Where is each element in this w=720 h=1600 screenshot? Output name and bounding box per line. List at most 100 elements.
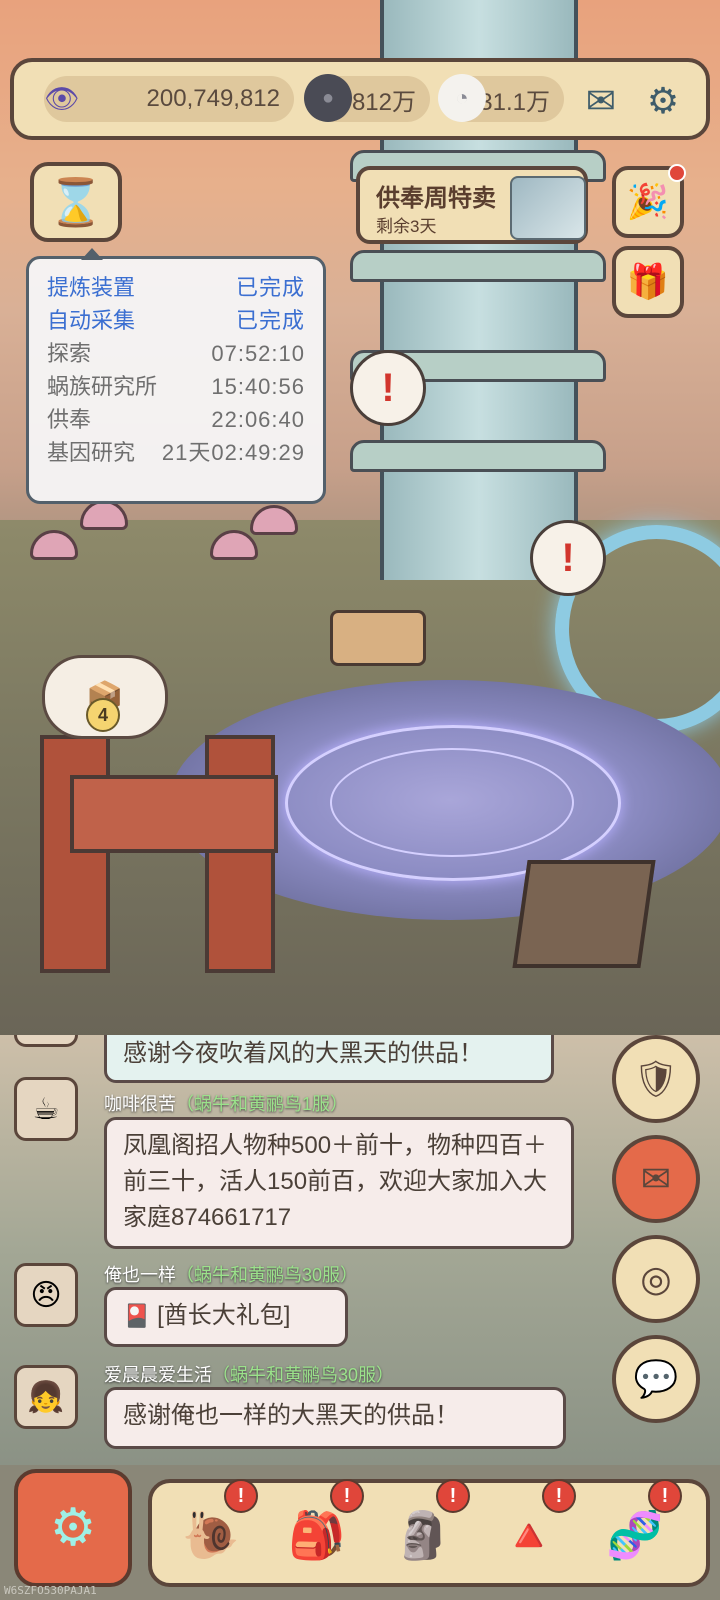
shadow-orb-icon: ●	[304, 74, 352, 122]
settings-button[interactable]: ⚙	[636, 74, 690, 128]
timer-name: 探索	[47, 341, 92, 366]
timer-row: 探索 07:52:10	[47, 337, 305, 370]
avatar[interactable]: 👧	[14, 1365, 78, 1429]
chat-panel[interactable]: 感谢今夜吹着风的大黑天的供品！ ☕ 咖啡很苦（蜗牛和黄鹂鸟1服） 凤凰阁招人物种…	[0, 1035, 720, 1465]
nav-alert: !	[542, 1479, 576, 1513]
tower-roof	[350, 250, 606, 282]
portal-alert-bubble[interactable]: !	[530, 520, 606, 596]
avatar[interactable]: ☕	[14, 1077, 78, 1141]
promo-image	[510, 176, 586, 240]
gate-lintel	[70, 775, 278, 853]
timer-row: 自动采集 已完成	[47, 304, 305, 337]
nav-item-statue[interactable]: 🗿!	[378, 1479, 470, 1577]
eye-icon: 👁	[44, 82, 80, 114]
gate-resource-count: 4	[86, 698, 120, 732]
ore-cart[interactable]	[512, 860, 656, 968]
mushroom-icon	[250, 505, 298, 535]
party-popper-button[interactable]: 🎉	[612, 164, 686, 238]
avatar[interactable]	[14, 1035, 78, 1047]
orbit-button[interactable]: ◎	[612, 1235, 700, 1323]
orb-resource-value: 812万	[351, 88, 416, 116]
nav-alert: !	[330, 1479, 364, 1513]
timer-name: 蜗族研究所	[47, 374, 158, 399]
warrior-avatar-icon: 😠	[30, 1278, 62, 1312]
chat-message-text: [酋长大礼包]	[157, 1302, 291, 1329]
chat-message-text: 凤凰阁招人物种500＋前十，物种四百＋前三十，活人150前百，欢迎大家加入大家庭…	[123, 1132, 548, 1231]
party-popper-icon: 🎉	[626, 183, 670, 221]
timer-value: 21天02:49:29	[161, 440, 305, 465]
mail-button[interactable]: ✉	[574, 74, 628, 128]
snail-icon: 🐌	[182, 1508, 240, 1561]
coffee-avatar-icon: ☕	[32, 1092, 60, 1126]
nav-alert: !	[648, 1479, 682, 1513]
timer-panel: 提炼装置 已完成 自动采集 已完成 探索 07:52:10 蜗族研究所 15:40:56…	[26, 248, 326, 504]
eye-resource[interactable]: 👁 200,749,812	[44, 76, 294, 122]
bottom-nav: ⚙ 🐌! 🎒! 🗿! 🔺! 🧬!	[0, 1465, 720, 1600]
timer-name: 提炼装置	[47, 275, 136, 300]
chat-username-text: 咖啡很苦	[104, 1094, 176, 1114]
weekly-sale-banner[interactable]: 供奉周特卖 剩余3天	[356, 166, 588, 244]
chat-button[interactable]: 💬	[612, 1335, 700, 1423]
gift-icon: 🎁	[626, 263, 670, 301]
nav-item-dna[interactable]: 🧬!	[590, 1479, 682, 1577]
chat-server-text: （蜗牛和黄鹂鸟1服）	[176, 1094, 349, 1114]
mail-icon: ✉	[585, 80, 617, 121]
resource-bar: 👁 200,749,812 ● 812万 ◔ 31.1万 ✉ ⚙	[10, 58, 710, 140]
gift-pack-icon: 🎴	[123, 1303, 151, 1328]
chat-username[interactable]: 俺也一样（蜗牛和黄鹂鸟30服）	[104, 1261, 358, 1287]
mushroom-icon	[80, 500, 128, 530]
gate-pillar	[205, 735, 275, 973]
chat-bubble-icon: 💬	[633, 1358, 679, 1399]
nav-alert: !	[436, 1479, 470, 1513]
chat-server-text: （蜗牛和黄鹂鸟30服）	[176, 1265, 359, 1285]
chat-gift-message[interactable]: 🎴 [酋长大礼包]	[104, 1287, 348, 1347]
promo-subtitle: 剩余3天	[376, 217, 437, 236]
main-machine-button[interactable]: ⚙	[14, 1469, 132, 1587]
chat-message-text: 感谢今夜吹着风的大黑天的供品！	[123, 1040, 483, 1067]
orb-resource[interactable]: ● 812万	[304, 74, 430, 122]
nav-alert: !	[224, 1479, 258, 1513]
eye-resource-value: 200,749,812	[146, 85, 280, 112]
chat-server-text: （蜗牛和黄鹂鸟30服）	[212, 1365, 395, 1385]
avatar[interactable]: 😠	[14, 1263, 78, 1327]
chat-username[interactable]: 爱晨晨爱生活（蜗牛和黄鹂鸟30服）	[104, 1361, 394, 1387]
timer-name: 供奉	[47, 407, 92, 432]
letter-icon: ✉	[640, 1158, 672, 1199]
timer-value: 22:06:40	[211, 407, 305, 432]
nav-item-backpack[interactable]: 🎒!	[272, 1479, 364, 1577]
hourglass-icon: ⌛	[47, 175, 105, 228]
timers-button[interactable]: ⌛	[30, 162, 122, 242]
timer-row: 提炼装置 已完成	[47, 271, 305, 304]
letter-button[interactable]: ✉	[612, 1135, 700, 1223]
timer-value: 07:52:10	[211, 341, 305, 366]
nav-item-pyramid[interactable]: 🔺!	[484, 1479, 576, 1577]
backpack-icon: 🎒	[288, 1508, 346, 1561]
tower-roof	[350, 440, 606, 472]
gate-building[interactable]	[20, 705, 290, 973]
nav-bar: 🐌! 🎒! 🗿! 🔺! 🧬!	[148, 1479, 710, 1587]
nav-item-snail[interactable]: 🐌!	[166, 1479, 258, 1577]
chat-message: 感谢今夜吹着风的大黑天的供品！	[104, 1035, 554, 1083]
magic-circle-inner	[330, 748, 574, 857]
notification-dot	[668, 164, 686, 182]
chat-message: 感谢俺也一样的大黑天的供品！	[104, 1387, 566, 1449]
promo-title: 供奉周特卖	[376, 185, 496, 212]
orbit-icon: ◎	[640, 1258, 672, 1299]
tank-button[interactable]: 🛡	[612, 1035, 700, 1123]
statue-icon: 🗿	[394, 1508, 452, 1561]
gate-pillar	[40, 735, 110, 973]
timer-row: 供奉 22:06:40	[47, 403, 305, 436]
watermark: W6SZFO530PAJA1	[4, 1584, 97, 1597]
gift-search-button[interactable]: 🎁	[612, 246, 684, 318]
timer-row: 基因研究 21天02:49:29	[47, 436, 305, 469]
gear-icon: ⚙	[646, 80, 680, 121]
chat-username[interactable]: 咖啡很苦（蜗牛和黄鹂鸟1服）	[104, 1090, 348, 1116]
tower-alert-bubble[interactable]: !	[350, 350, 426, 426]
ghost-resource[interactable]: ◔ 31.1万	[438, 74, 564, 122]
machine-icon: ⚙	[49, 1499, 97, 1557]
chat-message-text: 感谢俺也一样的大黑天的供品！	[123, 1402, 459, 1429]
girl-avatar-icon: 👧	[27, 1380, 65, 1414]
timer-name: 基因研究	[47, 440, 136, 465]
wooden-sign[interactable]	[330, 610, 426, 666]
tank-icon: 🛡	[633, 1058, 679, 1099]
